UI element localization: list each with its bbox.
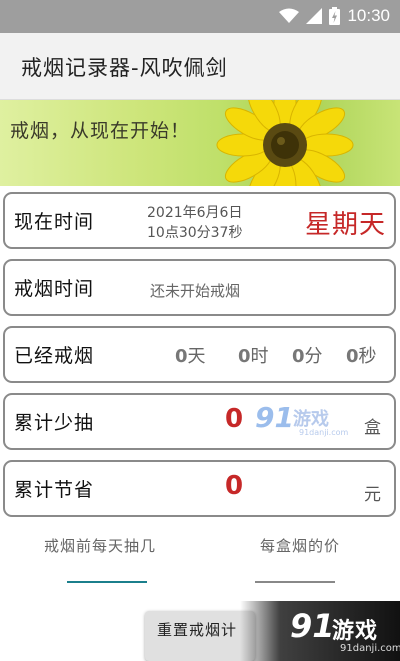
saved-money-value: 0 [225, 471, 244, 501]
saved-packs-label: 累计少抽 [14, 412, 95, 434]
current-date-time: 2021年6月6日 10点30分37秒 [147, 203, 242, 243]
banner-text: 戒烟，从现在开始！ [10, 120, 191, 142]
status-icons: 10:30 [279, 5, 390, 27]
daily-smoked-hint: 戒烟前每天抽几 [43, 537, 156, 555]
seconds-value: 0 [346, 346, 359, 367]
banner: 戒烟，从现在开始！ [0, 100, 400, 186]
duration-minutes: 0分 [292, 342, 323, 368]
saved-money-label: 累计节省 [14, 479, 95, 501]
days-unit: 天 [187, 346, 206, 367]
current-time-label: 现在时间 [14, 211, 95, 233]
duration-hours: 0时 [238, 342, 269, 368]
saved-packs-unit: 盒 [364, 418, 381, 438]
app-title: 戒烟记录器-风吹佩剑 [21, 56, 228, 80]
watermark-url: 91danji.com [299, 428, 349, 437]
app-bar: 戒烟记录器-风吹佩剑 [0, 33, 400, 100]
duration-days: 0天 [175, 342, 206, 368]
current-clock: 10点30分37秒 [147, 225, 243, 241]
hours-unit: 时 [250, 346, 269, 367]
corner-watermark-text: 游戏 [332, 619, 379, 644]
reset-quit-button-label: 重置戒烟计 [157, 621, 238, 639]
reset-quit-button[interactable]: 重置戒烟计 [145, 611, 255, 661]
saved-money-unit: 元 [364, 485, 381, 505]
saved-packs-value: 0 [225, 404, 244, 434]
corner-watermark-logo: 91 游戏 91danji.com [240, 601, 400, 661]
saved-packs-card: 累计少抽 91 游戏 91danji.com 0 盒 [3, 393, 396, 450]
pack-price-underline [255, 581, 335, 583]
wifi-icon [279, 8, 300, 23]
current-time-card: 现在时间 2021年6月6日 10点30分37秒 星期天 [3, 192, 396, 249]
current-date: 2021年6月6日 [147, 205, 243, 221]
days-value: 0 [175, 346, 188, 367]
sunflower-image [216, 100, 354, 186]
quit-status-text: 还未开始戒烟 [150, 282, 241, 300]
watermark-logo: 91 游戏 91danji.com [255, 401, 365, 443]
saved-money-card: 累计节省 0 元 [3, 460, 396, 517]
duration-seconds: 0秒 [346, 342, 377, 368]
seconds-unit: 秒 [358, 346, 377, 367]
weekday-text: 星期天 [304, 210, 386, 240]
daily-smoked-underline [67, 581, 147, 583]
quit-duration-card: 已经戒烟 0天 0时 0分 0秒 [3, 326, 396, 383]
corner-watermark-url: 91danji.com [340, 643, 400, 654]
quit-time-label: 戒烟时间 [14, 278, 95, 300]
watermark-number: 91 [255, 401, 294, 434]
corner-watermark-number: 91 [290, 607, 335, 645]
quit-duration-label: 已经戒烟 [14, 345, 95, 367]
status-bar: 10:30 [0, 0, 400, 33]
cell-signal-icon [306, 8, 323, 24]
pack-price-hint: 每盒烟的价 [259, 537, 340, 555]
minutes-unit: 分 [304, 346, 323, 367]
quit-time-card[interactable]: 戒烟时间 还未开始戒烟 [3, 259, 396, 316]
minutes-value: 0 [292, 346, 305, 367]
pack-price-field[interactable]: 每盒烟的价 [200, 532, 400, 592]
status-time: 10:30 [347, 6, 390, 25]
daily-smoked-field[interactable]: 戒烟前每天抽几 [0, 532, 200, 592]
hours-value: 0 [238, 346, 251, 367]
battery-charging-icon [329, 7, 341, 25]
